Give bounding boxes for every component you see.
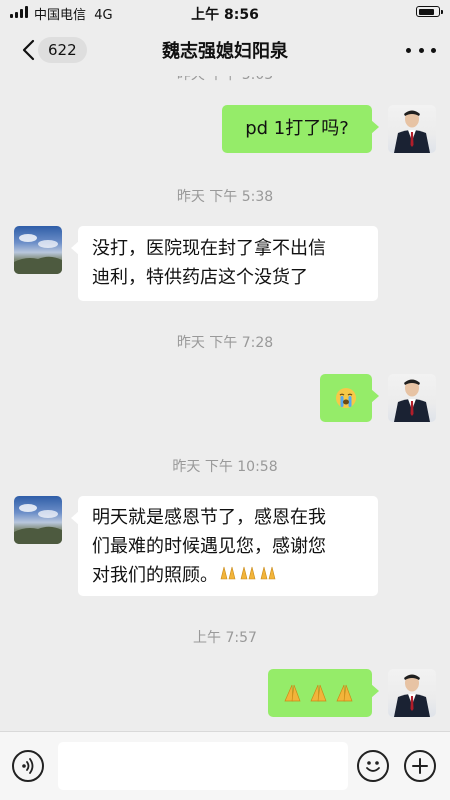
message-input[interactable] (58, 742, 348, 790)
chevron-left-icon (22, 39, 35, 61)
message-bubble-outgoing[interactable]: pd 1打了吗? (222, 105, 379, 153)
voice-button[interactable] (12, 750, 44, 782)
timestamp: 昨天 下午 10:58 (172, 459, 278, 475)
message-bubble-incoming[interactable]: 没打，医院现在封了拿不出信 迪利，特供药店这个没货了 (71, 226, 378, 301)
voice-icon (22, 758, 34, 774)
emoji-icon (366, 761, 380, 772)
timestamp: 上午 7:57 (193, 630, 257, 646)
person-avatar-icon (394, 379, 430, 422)
plus-button[interactable] (404, 750, 436, 782)
my-avatar[interactable] (388, 669, 436, 717)
folded-hands-icon (284, 684, 353, 702)
more-options-button[interactable] (406, 38, 436, 62)
chat-area[interactable]: 昨天 下午 5:03 pd 1打了吗? 昨天 下午 5:38 没打，医院现在封了… (0, 76, 450, 732)
contact-avatar[interactable] (14, 496, 62, 544)
message-line: 没打，医院现在封了拿不出信 (92, 238, 326, 259)
unread-count-badge[interactable]: 622 (38, 37, 87, 63)
person-avatar-icon (394, 674, 430, 717)
chat-title: 魏志强媳妇阳泉 (162, 41, 288, 62)
battery-icon (416, 6, 443, 17)
timestamp: 昨天 下午 7:28 (176, 335, 274, 351)
folded-hands-icon (218, 564, 278, 593)
message-bubble-outgoing[interactable] (320, 374, 379, 422)
message-bubble-outgoing[interactable] (268, 669, 379, 717)
emoji-button[interactable] (357, 750, 389, 782)
chat-header: 622 魏志强媳妇阳泉 (0, 24, 450, 76)
status-time: 上午 8:56 (191, 7, 259, 23)
landscape-avatar-icon (14, 504, 62, 544)
contact-avatar[interactable] (14, 226, 62, 274)
message-line: 对我们的照顾。 (92, 561, 364, 593)
my-avatar[interactable] (388, 105, 436, 153)
message-line: 们最难的时候遇见您，感谢您 (92, 536, 326, 557)
dot-icon (431, 47, 436, 53)
landscape-avatar-icon (14, 234, 62, 274)
status-bar: 中国电信 4G 上午 8:56 (0, 0, 450, 24)
input-bar (0, 731, 450, 800)
dot-icon (418, 47, 424, 53)
timestamp: 昨天 下午 5:38 (176, 189, 274, 205)
dot-icon (406, 47, 411, 53)
my-avatar[interactable] (388, 374, 436, 422)
timestamp: 昨天 下午 5:03 (0, 76, 450, 84)
plus-icon (412, 758, 428, 774)
crying-face-icon (336, 388, 356, 408)
message-bubble-incoming[interactable]: 明天就是感恩节了，感恩在我 们最难的时候遇见您，感谢您 对我们的照顾。 (71, 496, 378, 596)
person-avatar-icon (394, 110, 430, 153)
message-line: 迪利，特供药店这个没货了 (92, 267, 308, 288)
message-line: 明天就是感恩节了，感恩在我 (92, 507, 326, 528)
